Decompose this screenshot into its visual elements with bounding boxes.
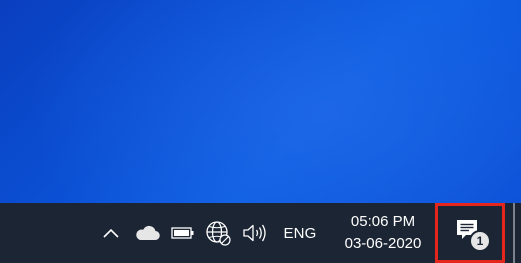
show-desktop-button[interactable] <box>513 203 515 263</box>
chevron-up-icon <box>103 228 119 238</box>
volume-icon <box>243 224 266 242</box>
onedrive-button[interactable] <box>131 203 163 263</box>
network-globe-icon <box>206 221 231 246</box>
clock-time: 05:06 PM <box>350 213 416 230</box>
onedrive-cloud-icon <box>136 225 160 241</box>
volume-button[interactable] <box>240 203 270 263</box>
taskbar: ENG 05:06 PM 03-06-2020 1 <box>0 203 521 263</box>
battery-icon <box>171 227 194 239</box>
show-hidden-icons-button[interactable] <box>98 203 124 263</box>
action-center-button[interactable]: 1 <box>435 203 505 263</box>
input-language-button[interactable]: ENG <box>279 203 321 263</box>
network-button[interactable] <box>203 203 233 263</box>
clock-button[interactable]: 05:06 PM 03-06-2020 <box>330 203 436 263</box>
language-label: ENG <box>283 224 317 242</box>
notification-icon-group: 1 <box>455 218 491 252</box>
clock-date: 03-06-2020 <box>344 235 422 252</box>
notification-count-badge: 1 <box>469 230 491 252</box>
desktop-background <box>0 0 521 203</box>
battery-button[interactable] <box>169 203 197 263</box>
